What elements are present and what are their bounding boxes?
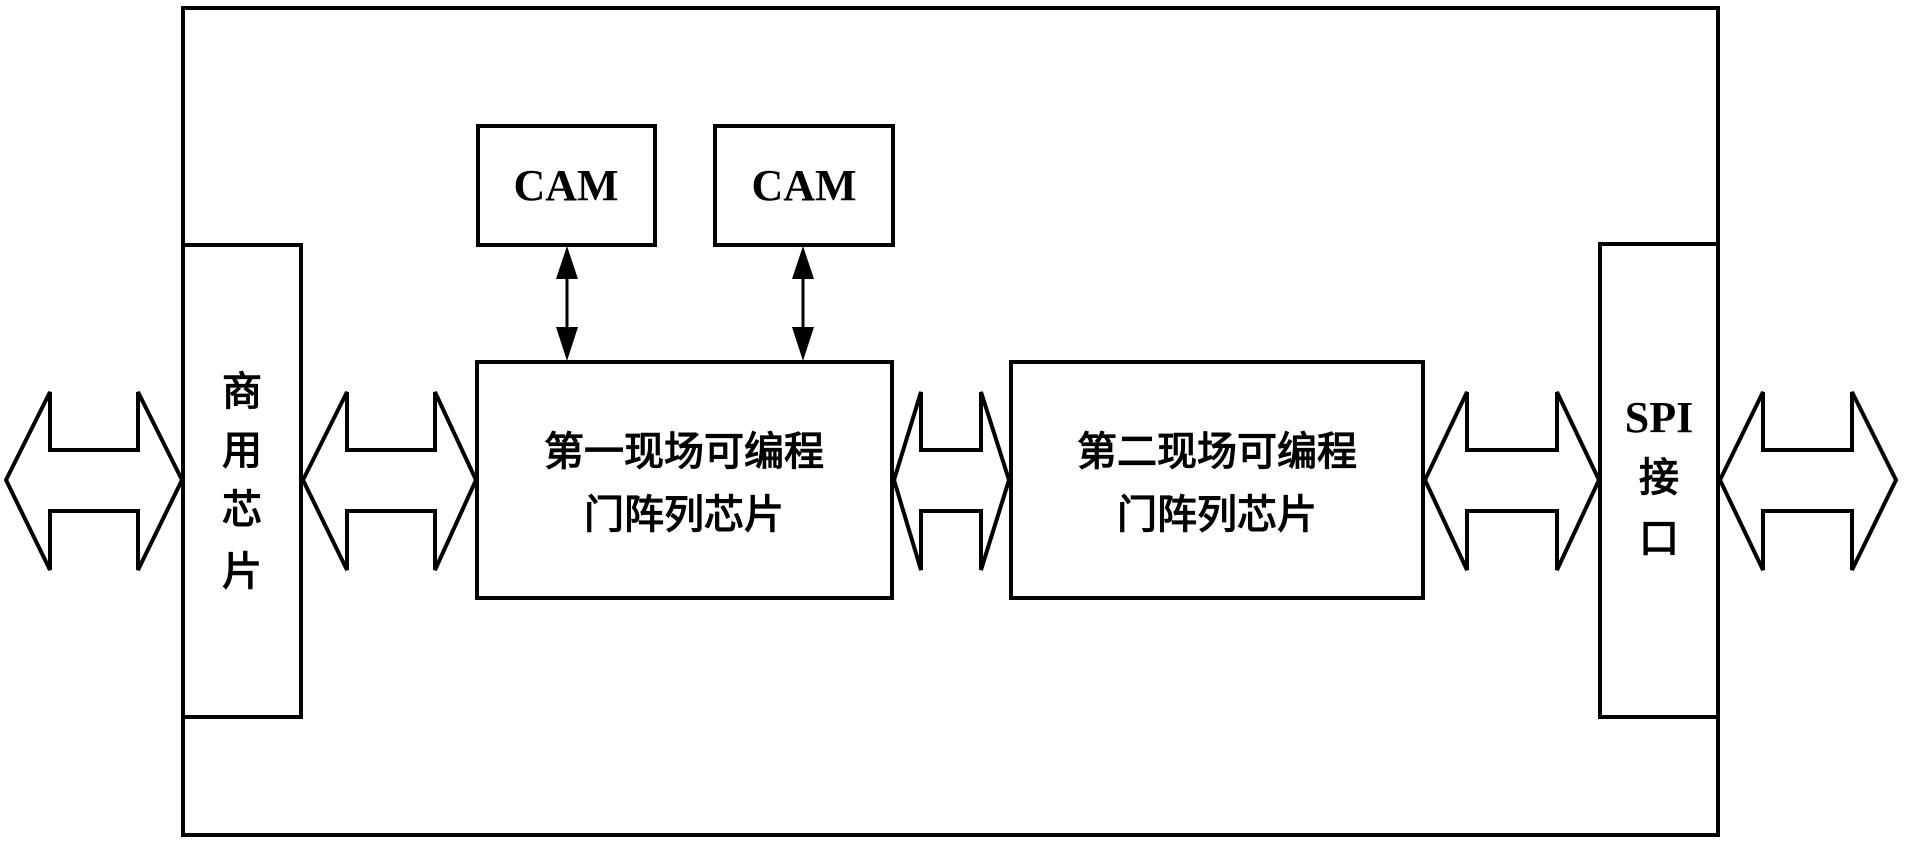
arrowhead-up-icon <box>556 246 578 279</box>
arrowhead-down-icon <box>792 327 814 361</box>
arrowhead-down-icon <box>556 327 578 361</box>
spi-label-char: 口 <box>1639 515 1679 562</box>
cam1-fpga-connector <box>556 246 578 361</box>
bus-arrow-fpga2-to-spi <box>1422 391 1602 571</box>
fpga-second-box <box>1009 360 1425 600</box>
bus-arrow-fpga1-to-fpga2 <box>891 391 1012 571</box>
fpga-second-label-line2: 门阵列芯片 <box>1117 492 1317 538</box>
bus-arrow-external-left <box>3 391 185 571</box>
fpga-first-label-line1: 第一现场可编程 <box>544 429 824 475</box>
cam-block-2: CAM <box>713 124 895 247</box>
commercial-chip-char: 芯 <box>222 486 262 533</box>
bus-arrow-chip-to-fpga1 <box>300 391 479 571</box>
commercial-chip-char: 用 <box>222 427 262 474</box>
spi-interface-block: SPI 接 口 <box>1598 242 1720 719</box>
cam-label-2: CAM <box>751 161 856 210</box>
cam-label-1: CAM <box>513 161 618 210</box>
commercial-chip-char: 片 <box>222 548 262 595</box>
spi-label-char: 接 <box>1639 454 1679 501</box>
fpga-first-box <box>475 360 894 600</box>
commercial-chip-block: 商 用 芯 片 <box>181 243 303 719</box>
block-diagram: 商 用 芯 片 CAM CAM 第一现场可编程 门阵列芯片 第二现场可编程 门阵… <box>3 6 1899 837</box>
spi-label: SPI <box>1625 393 1693 442</box>
outer-enclosure <box>181 6 1720 837</box>
commercial-chip-char: 商 <box>222 368 262 415</box>
cam-block-1: CAM <box>476 124 657 247</box>
bus-arrow-external-right <box>1717 391 1899 571</box>
cam2-fpga-connector <box>792 246 814 361</box>
fpga-first-block: 第一现场可编程 门阵列芯片 <box>475 360 894 600</box>
fpga-second-label-line1: 第二现场可编程 <box>1077 429 1357 475</box>
arrowhead-up-icon <box>792 246 814 279</box>
fpga-first-label-line2: 门阵列芯片 <box>584 492 784 538</box>
fpga-second-block: 第二现场可编程 门阵列芯片 <box>1009 360 1425 600</box>
commercial-chip-box <box>181 243 303 719</box>
